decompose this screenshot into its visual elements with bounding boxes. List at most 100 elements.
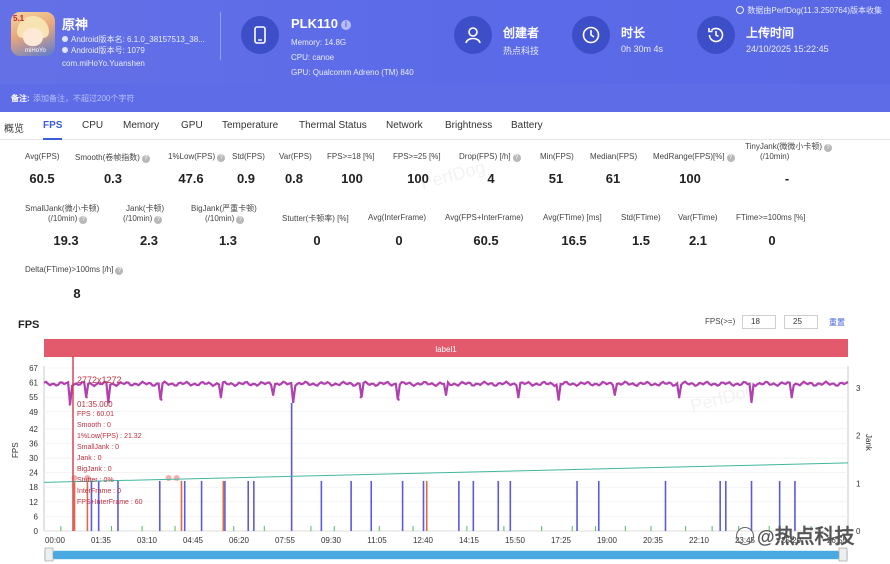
fps-dip-point: [271, 393, 275, 396]
help-icon[interactable]: ?: [217, 154, 226, 162]
fps-min-input[interactable]: 18: [742, 315, 776, 329]
help-icon[interactable]: ?: [512, 154, 521, 162]
device-cpu: CPU: canoe: [291, 53, 335, 62]
metric-label-sub: (/10min)?: [123, 214, 163, 224]
tab-battery[interactable]: Battery: [511, 120, 543, 131]
metric-label: Drop(FPS) [/h]?: [459, 152, 521, 162]
metric-value: 0.9: [236, 171, 256, 186]
android-version-name-text: Android版本名: 6.1.0_38157513_38...: [71, 35, 205, 44]
help-icon[interactable]: ?: [824, 144, 833, 152]
metric-label-text: MedRange(FPS)[%]: [653, 152, 725, 161]
info-icon[interactable]: i: [340, 20, 351, 30]
chart-title: FPS: [18, 319, 40, 331]
metric-value: -: [784, 171, 790, 186]
metric-label: Delta(FTime)>100ms [/h]?: [25, 265, 124, 275]
x-tick-label: 07:55: [275, 536, 296, 545]
metric-label: Std(FPS): [232, 152, 265, 161]
device-memory: Memory: 14.8G: [291, 38, 347, 47]
zoom-handle-left[interactable]: [44, 547, 54, 562]
y-right-tick-label: 0: [856, 527, 861, 536]
metric-label: Median(FPS): [590, 152, 637, 161]
metric-value: 19.3: [53, 233, 79, 248]
android-icon: [62, 47, 68, 53]
zoom-scrollbar-thumb[interactable]: [53, 551, 839, 559]
x-tick-label: 00:00: [45, 536, 66, 545]
fps-dip-point: [68, 403, 71, 406]
metric-label: Smooth(卷帧指数)?: [75, 152, 150, 163]
tab-thermal-status[interactable]: Thermal Status: [299, 120, 367, 131]
reset-button[interactable]: 重置: [829, 317, 845, 328]
fps-line-path: [43, 379, 849, 405]
help-icon[interactable]: ?: [726, 154, 735, 162]
android-version-code-text: Android版本号: 1079: [71, 46, 145, 55]
fps-dip-point: [517, 395, 520, 399]
metric-value: 2.3: [139, 233, 159, 248]
tab-brightness[interactable]: Brightness: [445, 120, 492, 131]
fps-dip-point: [444, 393, 448, 396]
tab-temperature[interactable]: Temperature: [222, 120, 278, 131]
metric-value: 100: [407, 171, 429, 186]
metric-value: 60.5: [29, 171, 55, 186]
zoom-handle-right[interactable]: [838, 547, 848, 562]
help-icon[interactable]: ?: [236, 216, 245, 224]
watermark-icon: [736, 527, 754, 545]
y-tick-label: 67: [29, 364, 38, 373]
tab-gpu[interactable]: GPU: [181, 120, 203, 131]
app-icon-badge: 5.1: [13, 14, 25, 23]
y-right-tick-label: 3: [856, 384, 861, 393]
user-icon: [454, 16, 492, 54]
x-tick-label: 15:50: [505, 536, 526, 545]
metric-value: 100: [679, 171, 701, 186]
fps-max-input[interactable]: 25: [784, 315, 818, 329]
y-axis-right-label: Jank: [864, 434, 873, 452]
x-tick-label: 06:20: [229, 536, 250, 545]
tooltip-resolution: 2772x1272: [77, 375, 122, 385]
x-tick-label: 03:10: [137, 536, 158, 545]
metric-label: FPS>=25 [%]: [393, 152, 441, 161]
tab-overview[interactable]: 概览: [4, 120, 24, 135]
metric-value: 1.3: [218, 233, 238, 248]
note-input[interactable]: 添加备注，不超过200个字符: [33, 93, 134, 104]
metric-value: 1.5: [631, 233, 651, 248]
fps-dip-point: [613, 393, 617, 396]
y-tick-label: 0: [34, 527, 39, 536]
note-row: 备注: 添加备注，不超过200个字符: [0, 84, 890, 112]
collect-note-text: 数据由PerfDog(11.3.250764)版本收集: [747, 6, 882, 15]
metric-label-sub: (/10min)?: [48, 214, 88, 224]
tooltip-time: 01:35.000: [77, 400, 113, 409]
device-name-text: PLK110: [291, 16, 338, 31]
y-tick-label: 42: [29, 425, 38, 434]
metric-label-text: Smooth(卷帧指数): [75, 153, 140, 162]
help-icon[interactable]: ?: [115, 267, 124, 275]
app-icon: 5.1 miHoYo: [11, 12, 55, 56]
device-name: PLK110 i: [291, 16, 351, 31]
watermark-text: 热点科技: [774, 526, 855, 548]
fps-dip-point: [160, 398, 163, 401]
app-name: 原神: [62, 17, 89, 32]
tooltip-line: FPS : 60.01: [77, 411, 114, 418]
metric-label: Jank(卡顿): [126, 204, 165, 213]
help-icon[interactable]: ?: [79, 216, 88, 224]
help-icon[interactable]: ?: [154, 216, 163, 224]
metric-label-text: Median(FPS): [590, 152, 638, 161]
help-icon[interactable]: ?: [141, 155, 150, 163]
perfdog-icon: [736, 6, 745, 14]
metric-value: 8: [73, 286, 81, 301]
x-tick-label: 19:00: [597, 536, 618, 545]
tab-cpu[interactable]: CPU: [82, 120, 103, 131]
x-tick-label: 04:45: [183, 536, 204, 545]
x-tick-label: 20:35: [643, 536, 664, 545]
x-tick-labels: 00:00 01:35 03:10 04:45 06:20 07:55 09:30 11:05…: [45, 536, 848, 545]
metric-value: 60.5: [473, 233, 499, 248]
watermark-logo: @热点科技: [736, 520, 855, 549]
clock-icon: [572, 16, 610, 54]
y-tick-label: 30: [29, 454, 38, 463]
creator-value: 热点科技: [503, 46, 540, 56]
tab-memory[interactable]: Memory: [123, 120, 159, 131]
app-icon-mark: miHoYo: [25, 48, 46, 54]
metric-value: 4: [487, 171, 495, 186]
y-tick-label: 24: [29, 469, 38, 478]
tab-network[interactable]: Network: [386, 120, 423, 131]
tab-fps[interactable]: FPS: [43, 120, 63, 140]
metric-label-text: Drop(FPS) [/h]: [459, 152, 511, 161]
